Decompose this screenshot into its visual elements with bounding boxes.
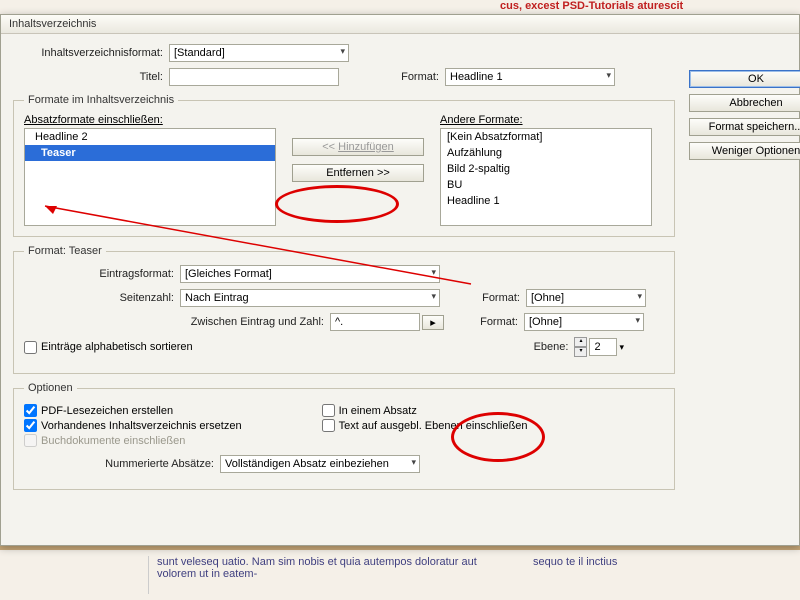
between-flyout-button[interactable]: ▸ (422, 315, 444, 330)
list-item[interactable]: Headline 1 (441, 193, 651, 209)
list-item[interactable]: [Kein Absatzformat] (441, 129, 651, 145)
options-legend: Optionen (24, 382, 77, 394)
title-style-select[interactable]: Headline 1 (445, 68, 615, 86)
list-item[interactable]: Aufzählung (441, 145, 651, 161)
one-paragraph-checkbox[interactable] (322, 404, 335, 417)
list-item[interactable]: BU (441, 177, 651, 193)
level-spinner[interactable]: ▴ ▾ ▾ (574, 337, 624, 357)
between-input[interactable] (330, 313, 420, 331)
alpha-sort-label: Einträge alphabetisch sortieren (41, 341, 193, 353)
include-formats-list[interactable]: Headline 2 Teaser (24, 128, 276, 226)
title-style-label: Format: (359, 71, 445, 83)
pagenum-format-select[interactable]: [Ohne] (526, 289, 646, 307)
level-dropdown-icon[interactable]: ▾ (619, 342, 624, 353)
level-label: Ebene: (518, 341, 574, 353)
level-input[interactable] (589, 338, 617, 356)
add-button[interactable]: << Hinzufügen (292, 138, 424, 156)
entry-format-select[interactable]: [Gleiches Format] (180, 265, 440, 283)
replace-toc-row[interactable]: Vorhandenes Inhaltsverzeichnis ersetzen (24, 419, 242, 432)
book-docs-row: Buchdokumente einschließen (24, 434, 242, 447)
format-teaser-fieldset: Format: Teaser Eintragsformat: [Gleiches… (13, 245, 675, 374)
replace-toc-checkbox[interactable] (24, 419, 37, 432)
between-label: Zwischen Eintrag und Zahl: (24, 316, 330, 328)
title-input[interactable] (169, 68, 339, 86)
numbered-paragraphs-label: Nummerierte Absätze: (24, 458, 220, 470)
one-paragraph-row[interactable]: In einem Absatz (322, 404, 528, 417)
less-options-button[interactable]: Weniger Optionen (689, 142, 800, 160)
ok-button[interactable]: OK (689, 70, 800, 88)
toc-format-label: Inhaltsverzeichnisformat: (13, 47, 169, 59)
hidden-layers-label: Text auf ausgebl. Ebenen einschließen (339, 420, 528, 432)
toc-dialog: Inhaltsverzeichnis OK Abbrechen Format s… (0, 14, 800, 546)
cancel-button[interactable]: Abbrechen (689, 94, 800, 112)
pagenum-label: Seitenzahl: (24, 292, 180, 304)
alpha-sort-checkbox[interactable] (24, 341, 37, 354)
entry-format-label: Eintragsformat: (24, 268, 180, 280)
hidden-layers-checkbox[interactable] (322, 419, 335, 432)
book-docs-checkbox (24, 434, 37, 447)
background-document-top: cus, excest PSD-Tutorials aturescit (0, 0, 800, 14)
pagenum-format-label: Format: (460, 292, 526, 304)
background-document-bottom: sunt veleseq uatio. Nam sim nobis et qui… (0, 550, 800, 600)
alpha-sort-row[interactable]: Einträge alphabetisch sortieren (24, 341, 193, 354)
level-down-button[interactable]: ▾ (574, 347, 587, 357)
between-format-label: Format: (458, 316, 524, 328)
title-label: Titel: (13, 71, 169, 83)
hidden-layers-row[interactable]: Text auf ausgebl. Ebenen einschließen (322, 419, 528, 432)
other-formats-list[interactable]: [Kein Absatzformat] Aufzählung Bild 2-sp… (440, 128, 652, 226)
numbered-paragraphs-select[interactable]: Vollständigen Absatz einbeziehen (220, 455, 420, 473)
include-formats-label: Absatzformate einschließen: (24, 114, 276, 126)
list-item[interactable]: Bild 2-spaltig (441, 161, 651, 177)
between-format-select[interactable]: [Ohne] (524, 313, 644, 331)
pdf-bookmarks-checkbox[interactable] (24, 404, 37, 417)
level-up-button[interactable]: ▴ (574, 337, 587, 347)
format-teaser-legend: Format: Teaser (24, 245, 106, 257)
pagenum-select[interactable]: Nach Eintrag (180, 289, 440, 307)
dialog-title: Inhaltsverzeichnis (1, 15, 799, 34)
toc-format-select[interactable]: [Standard] (169, 44, 349, 62)
remove-button[interactable]: Entfernen >> (292, 164, 424, 182)
options-fieldset: Optionen PDF-Lesezeichen erstellen Vorha… (13, 382, 675, 490)
list-item[interactable]: Headline 2 (25, 129, 275, 145)
book-docs-label: Buchdokumente einschließen (41, 435, 185, 447)
list-item[interactable]: Teaser (25, 145, 275, 161)
formats-fieldset: Formate im Inhaltsverzeichnis Absatzform… (13, 94, 675, 237)
replace-toc-label: Vorhandenes Inhaltsverzeichnis ersetzen (41, 420, 242, 432)
pdf-bookmarks-row[interactable]: PDF-Lesezeichen erstellen (24, 404, 242, 417)
other-formats-label: Andere Formate: (440, 114, 652, 126)
save-format-button[interactable]: Format speichern... (689, 118, 800, 136)
one-paragraph-label: In einem Absatz (339, 405, 417, 417)
formats-legend: Formate im Inhaltsverzeichnis (24, 94, 178, 106)
pdf-bookmarks-label: PDF-Lesezeichen erstellen (41, 405, 173, 417)
